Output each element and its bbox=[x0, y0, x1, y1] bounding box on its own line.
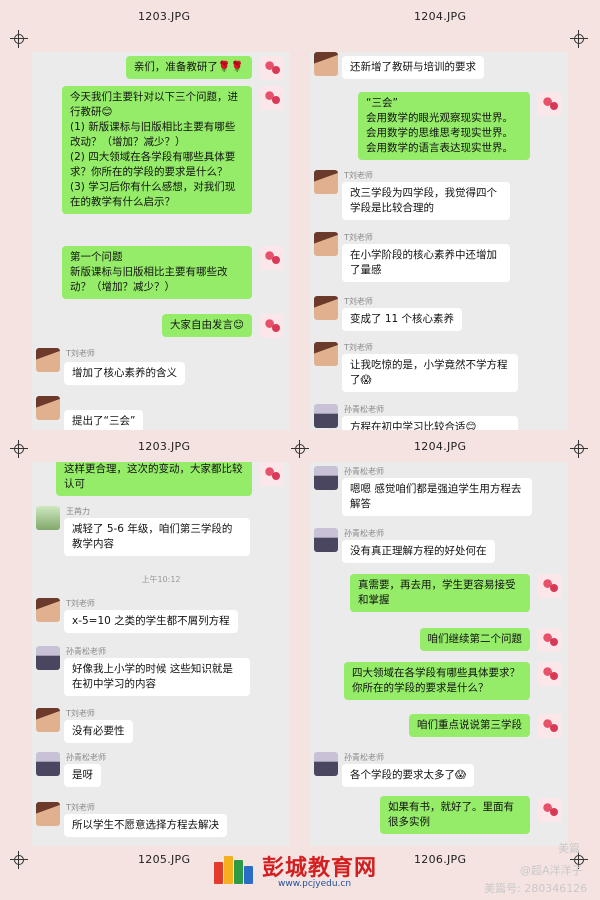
brand-url: www.pcjyedu.cn bbox=[278, 879, 352, 889]
brand-logo-icon bbox=[212, 848, 254, 890]
message-bubble[interactable]: 好像我上小学的时候 这些知识就是在初中学习的内容 bbox=[64, 658, 250, 696]
sender-name: T刘老师 bbox=[66, 709, 95, 718]
message-bubble[interactable]: 亲们，准备教研了🌹🌹 bbox=[125, 56, 252, 79]
logo-bar bbox=[234, 860, 243, 884]
message-bubble[interactable]: 大家自由发言😊 bbox=[162, 314, 252, 337]
message-bubble[interactable]: 四大领域在各学段有哪些具体要求？你所在的学段的要求是什么？ bbox=[344, 662, 530, 700]
avatar[interactable] bbox=[36, 396, 60, 420]
message-bubble[interactable]: 没有真正理解方程的好处何在 bbox=[342, 540, 495, 563]
registration-mark-icon bbox=[291, 440, 309, 458]
logo-bar bbox=[224, 856, 233, 884]
registration-mark-icon bbox=[10, 30, 28, 48]
message-bubble[interactable]: x-5=10 之类的学生都不屑列方程 bbox=[64, 610, 238, 633]
avatar[interactable] bbox=[538, 798, 562, 822]
avatar[interactable] bbox=[314, 752, 338, 776]
sender-name: T刘老师 bbox=[344, 343, 373, 352]
avatar[interactable] bbox=[538, 574, 562, 598]
avatar[interactable] bbox=[314, 466, 338, 490]
message-bubble[interactable]: 增加了核心素养的含义 bbox=[64, 362, 185, 385]
chat-panel-1[interactable]: 亲们，准备教研了🌹🌹 今天我们主要针对以下三个问题，进行教研😊 (1) 新版课标… bbox=[32, 52, 290, 430]
sender-name: T刘老师 bbox=[66, 349, 95, 358]
avatar[interactable] bbox=[314, 170, 338, 194]
caption-top-right: 1204.JPG bbox=[414, 10, 467, 23]
message-bubble[interactable]: 真需要，再去用，学生更容易接受和掌握 bbox=[350, 574, 530, 612]
watermark-author: @超A洋洋子 bbox=[520, 864, 583, 877]
avatar[interactable] bbox=[538, 628, 562, 652]
avatar[interactable] bbox=[314, 232, 338, 256]
message-bubble[interactable]: 咱们继续第二个问题 bbox=[419, 628, 530, 651]
sender-name: T刘老师 bbox=[66, 599, 95, 608]
watermark-app: 美篇 bbox=[558, 842, 580, 855]
brand-name: 彭城教育网 bbox=[262, 856, 378, 881]
avatar[interactable] bbox=[260, 86, 284, 110]
message-bubble[interactable]: 嗯嗯 感觉咱们都是强迫学生用方程去解答 bbox=[342, 478, 532, 516]
caption-mid-left: 1203.JPG bbox=[138, 440, 191, 453]
message-bubble[interactable]: 如果有书，就好了。里面有很多实例 bbox=[380, 796, 530, 834]
caption-top-left: 1203.JPG bbox=[138, 10, 191, 23]
message-bubble[interactable]: 没有必要性 bbox=[64, 720, 133, 743]
sender-name: T刘老师 bbox=[344, 297, 373, 306]
sender-name: T刘老师 bbox=[66, 803, 95, 812]
collage-sheet: 1203.JPG 1204.JPG 1203.JPG 1204.JPG 1205… bbox=[0, 0, 600, 900]
message-bubble[interactable]: 方程在初中学习比较合适😊 bbox=[342, 416, 518, 430]
registration-mark-icon bbox=[570, 440, 588, 458]
avatar[interactable] bbox=[314, 342, 338, 366]
message-bubble[interactable]: 是呀 bbox=[64, 764, 101, 787]
avatar[interactable] bbox=[36, 802, 60, 826]
avatar[interactable] bbox=[260, 246, 284, 270]
avatar[interactable] bbox=[538, 662, 562, 686]
registration-mark-icon bbox=[570, 30, 588, 48]
message-bubble[interactable]: 所以学生不愿意选择方程去解决 bbox=[64, 814, 227, 837]
avatar[interactable] bbox=[538, 714, 562, 738]
avatar[interactable] bbox=[260, 462, 284, 486]
avatar[interactable] bbox=[314, 52, 338, 76]
timestamp: 上午10:12 bbox=[141, 575, 181, 584]
message-bubble[interactable]: “三会” 会用数学的眼光观察现实世界。 会用数学的思维思考现实世界。 会用数学的… bbox=[358, 92, 530, 160]
avatar[interactable] bbox=[538, 92, 562, 116]
message-bubble[interactable]: 改三学段为四学段，我觉得四个学段是比较合理的 bbox=[342, 182, 510, 220]
avatar[interactable] bbox=[314, 296, 338, 320]
message-bubble[interactable]: 咱们重点说说第三学段 bbox=[409, 714, 530, 737]
message-bubble[interactable]: 减轻了 5-6 年级，咱们第三学段的教学内容 bbox=[64, 518, 250, 556]
sender-name: T刘老师 bbox=[344, 171, 373, 180]
sender-name: 王苒力 bbox=[66, 507, 90, 516]
sender-name: 孙青松老师 bbox=[66, 647, 106, 656]
avatar[interactable] bbox=[314, 528, 338, 552]
message-bubble[interactable]: 第一个问题 新版课标与旧版相比主要有哪些改动？（增加？减少？） bbox=[62, 246, 252, 299]
message-bubble[interactable]: 今天我们主要针对以下三个问题，进行教研😊 (1) 新版课标与旧版相比主要有哪些改… bbox=[62, 86, 252, 214]
message-bubble[interactable]: 还新增了教研与培训的要求 bbox=[342, 56, 484, 79]
avatar[interactable] bbox=[36, 598, 60, 622]
message-bubble[interactable]: 提出了“三会” bbox=[64, 410, 144, 430]
chat-panel-2[interactable]: 还新增了教研与培训的要求 “三会” 会用数学的眼光观察现实世界。 会用数学的思维… bbox=[310, 52, 568, 430]
avatar[interactable] bbox=[36, 752, 60, 776]
message-bubble[interactable]: 在小学阶段的核心素养中还增加了量感 bbox=[342, 244, 510, 282]
registration-mark-icon bbox=[10, 440, 28, 458]
avatar[interactable] bbox=[36, 708, 60, 732]
avatar[interactable] bbox=[36, 506, 60, 530]
sender-name: 孙青松老师 bbox=[344, 467, 384, 476]
avatar[interactable] bbox=[260, 314, 284, 338]
registration-mark-icon bbox=[10, 851, 28, 869]
logo-bar bbox=[244, 866, 253, 884]
avatar[interactable] bbox=[36, 646, 60, 670]
message-bubble[interactable]: 各个学段的要求太多了😱 bbox=[342, 764, 474, 787]
watermark-id: 美篇号: 280346126 bbox=[484, 882, 588, 895]
avatar[interactable] bbox=[260, 56, 284, 80]
avatar[interactable] bbox=[314, 404, 338, 428]
caption-mid-right: 1204.JPG bbox=[414, 440, 467, 453]
caption-bottom-left: 1205.JPG bbox=[138, 853, 191, 866]
message-bubble[interactable]: 变成了 11 个核心素养 bbox=[342, 308, 463, 331]
message-bubble[interactable]: 让我吃惊的是，小学竟然不学方程了😱 bbox=[342, 354, 518, 392]
sender-name: 孙青松老师 bbox=[66, 753, 106, 762]
sender-name: T刘老师 bbox=[344, 233, 373, 242]
logo-bar bbox=[214, 862, 223, 884]
sender-name: 孙青松老师 bbox=[344, 405, 384, 414]
caption-bottom-right: 1206.JPG bbox=[414, 853, 467, 866]
avatar[interactable] bbox=[36, 348, 60, 372]
sender-name: 孙青松老师 bbox=[344, 753, 384, 762]
chat-panel-4[interactable]: 孙青松老师 嗯嗯 感觉咱们都是强迫学生用方程去解答 孙青松老师 没有真正理解方程… bbox=[310, 462, 568, 846]
chat-panel-3[interactable]: 这样更合理，这次的变动，大家都比较认可 王苒力 减轻了 5-6 年级，咱们第三学… bbox=[32, 462, 290, 846]
message-bubble[interactable]: 这样更合理，这次的变动，大家都比较认可 bbox=[56, 462, 252, 496]
sender-name: 孙青松老师 bbox=[344, 529, 384, 538]
